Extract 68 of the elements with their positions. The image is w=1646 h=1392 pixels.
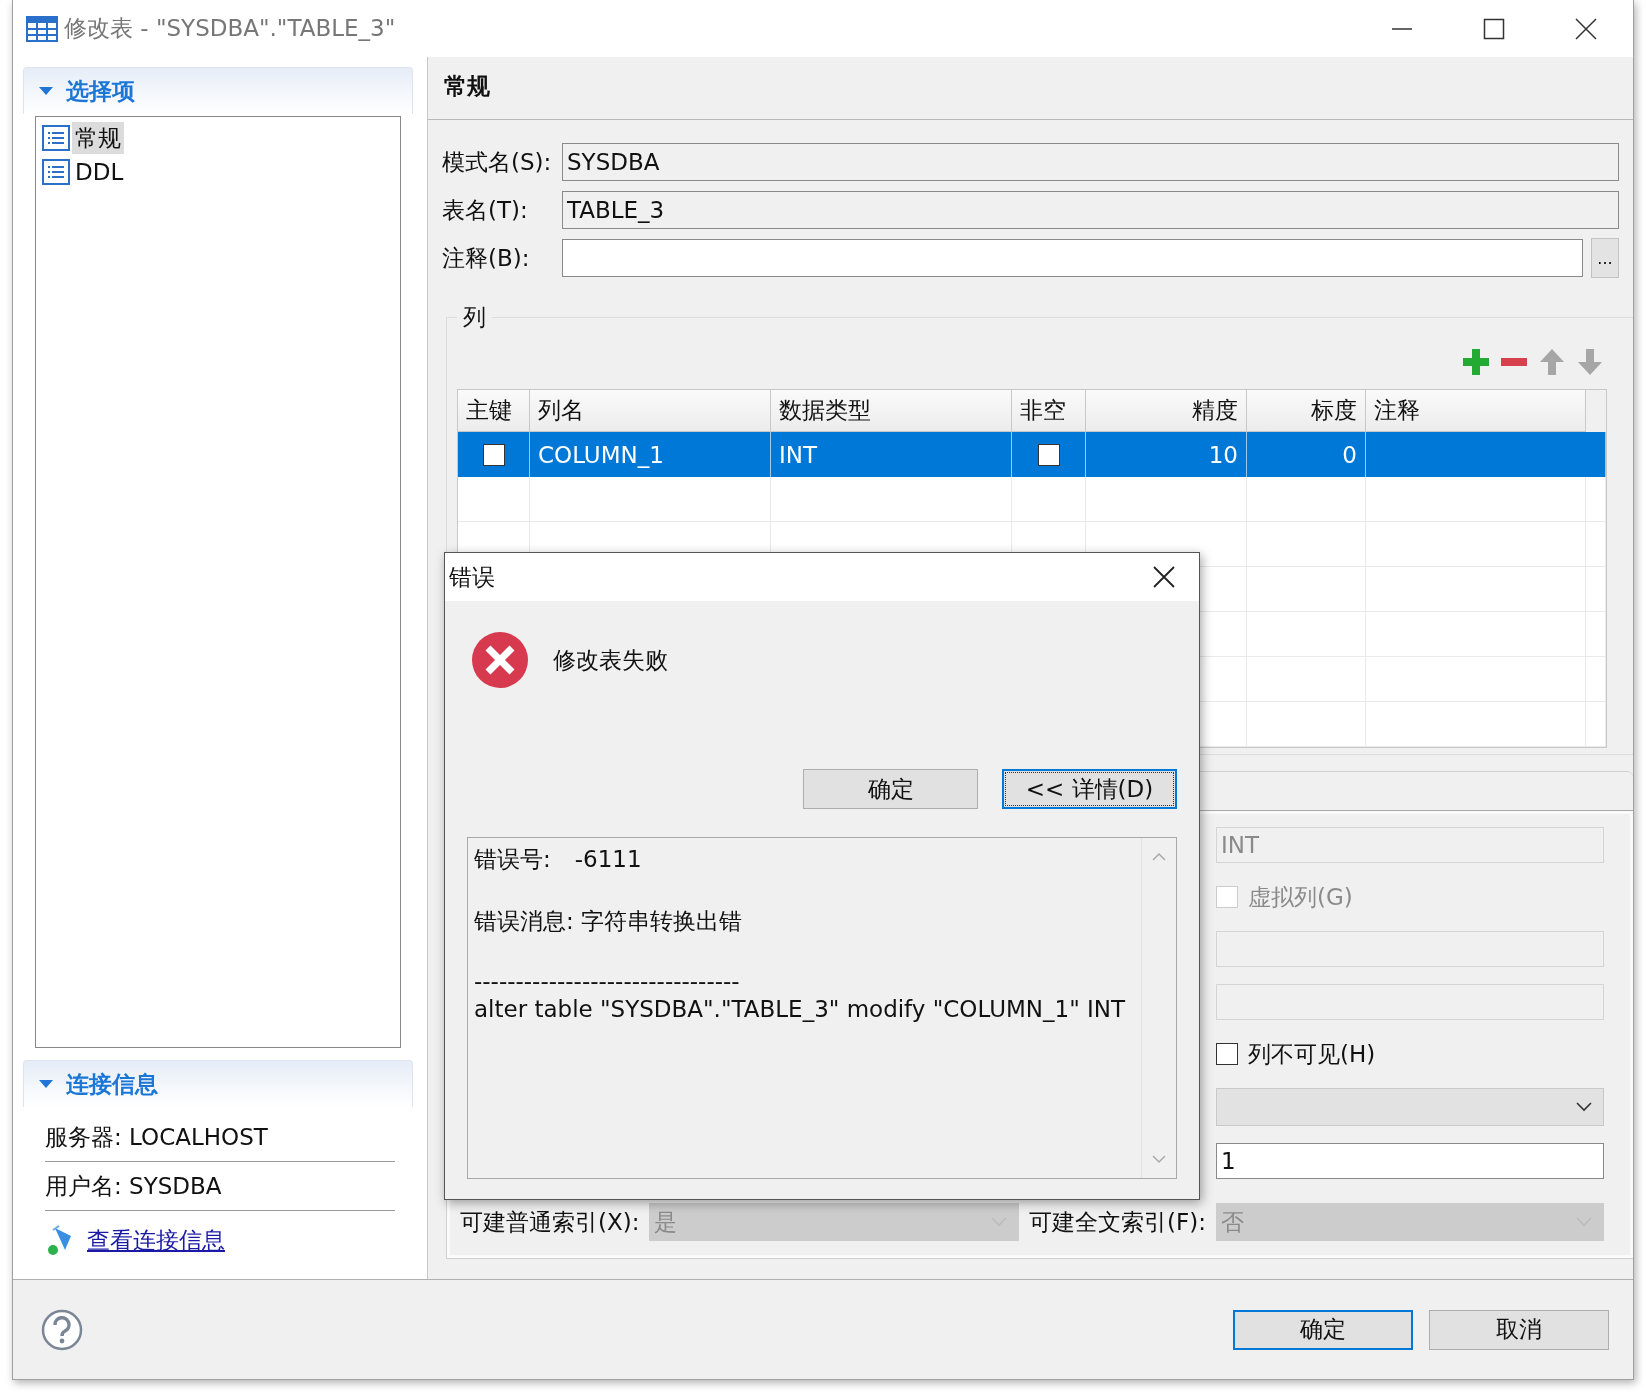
table-cell: COLUMN_1 [530, 432, 771, 477]
text-field[interactable] [562, 239, 1583, 277]
section-header[interactable]: 选择项 [23, 67, 413, 114]
close-icon[interactable] [1153, 566, 1175, 588]
table-cell [1586, 522, 1606, 567]
dialog-title: 错误 [449, 562, 495, 592]
column-header[interactable]: 标度 [1247, 390, 1366, 432]
dialog-button[interactable]: 取消 [1429, 1309, 1609, 1350]
column-header[interactable]: 精度 [1086, 390, 1247, 432]
field-label: 可建全文索引(F): [1029, 1207, 1206, 1237]
section-title: 选择项 [66, 76, 135, 106]
list-icon [42, 125, 70, 151]
close-icon[interactable] [1575, 17, 1597, 40]
table-cell: 0 [1247, 432, 1366, 477]
help-icon[interactable] [41, 1308, 83, 1351]
text-field[interactable]: 1 [1216, 1143, 1604, 1179]
dialog-button[interactable]: 确定 [1233, 1309, 1413, 1350]
error-message: 修改表失败 [553, 645, 668, 675]
field-label: 注释(B): [442, 243, 531, 273]
table-cell [1586, 477, 1606, 522]
separator-line: -------------------------------- [474, 968, 741, 994]
tree-item[interactable]: 常规 [72, 122, 124, 154]
table-cell: INT [771, 432, 1012, 477]
server-info: 服务器: LOCALHOST [45, 1113, 395, 1162]
column-header[interactable]: 注释 [1366, 390, 1586, 432]
field-label: 可建普通索引(X): [460, 1207, 640, 1237]
field-label: 表名(T): [442, 195, 529, 225]
table-cell [1586, 657, 1606, 702]
checkbox-label: 列不可见(H) [1248, 1039, 1376, 1069]
table-icon [26, 15, 58, 42]
chevron-up-icon [1151, 852, 1167, 862]
user-info: 用户名: SYSDBA [45, 1162, 395, 1211]
section-title: 连接信息 [66, 1069, 158, 1099]
column-header[interactable]: 数据类型 [771, 390, 1012, 432]
checkbox[interactable] [1037, 443, 1060, 466]
tree-item[interactable]: DDL [72, 156, 127, 188]
page-title: 常规 [428, 57, 1633, 120]
view-connection-link[interactable]: 查看连接信息 [87, 1224, 225, 1256]
chevron-down-icon [1151, 1154, 1167, 1164]
table-cell [1586, 567, 1606, 612]
checkbox-label: 虚拟列(G) [1248, 882, 1353, 912]
list-icon [42, 159, 70, 185]
error-detail-message: 错误消息: 字符串转换出错 [474, 907, 744, 936]
sql-statement: alter table "SYSDBA"."TABLE_3" modify "COLUMN_1" INT [474, 995, 1127, 1024]
maximize-icon[interactable] [1483, 17, 1505, 40]
checkbox[interactable] [482, 443, 505, 466]
table-row[interactable]: COLUMN_1 INT 10 0 [458, 432, 1606, 477]
field-label: 模式名(S): [442, 147, 553, 177]
chevron-down-icon [1575, 1101, 1593, 1113]
section-header[interactable]: 连接信息 [23, 1060, 413, 1107]
table-cell [1586, 702, 1606, 747]
error-icon [471, 631, 529, 689]
dialog-button[interactable]: 确定 [803, 769, 978, 809]
column-header[interactable]: 主键 [458, 390, 530, 432]
table-cell: 10 [1086, 432, 1247, 477]
window-title: 修改表 - "SYSDBA"."TABLE_3" [64, 14, 397, 43]
column-header[interactable]: 列名 [530, 390, 771, 432]
browse-button[interactable]: ... [1591, 238, 1619, 278]
error-code-label: 错误号: [474, 846, 551, 872]
group-title: 列 [462, 303, 487, 332]
text-field[interactable]: TABLE_3 [562, 191, 1619, 229]
column-header[interactable]: 非空 [1012, 390, 1086, 432]
text-field[interactable]: SYSDBA [562, 143, 1619, 181]
error-code: -6111 [574, 846, 642, 872]
table-cell [1586, 612, 1606, 657]
plus-icon[interactable] [1461, 347, 1491, 377]
checkbox[interactable] [1216, 1043, 1238, 1065]
dialog-button[interactable]: << 详情(D) [1002, 769, 1177, 809]
